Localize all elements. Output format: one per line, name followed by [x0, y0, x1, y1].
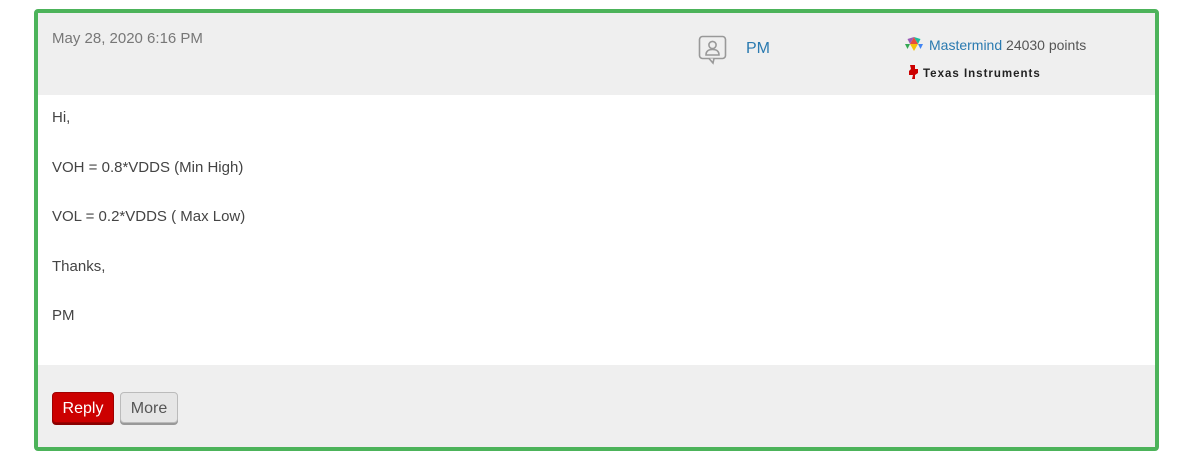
body-line: VOL = 0.2*VDDS ( Max Low) — [52, 208, 246, 225]
post-date: May 28, 2020 6:16 PM — [52, 30, 203, 47]
reply-button[interactable]: Reply — [52, 392, 114, 423]
body-line: Hi, — [52, 109, 71, 126]
forum-reply-card: May 28, 2020 6:16 PM PM Mastermind 24030… — [34, 9, 1159, 451]
body-line: PM — [52, 307, 75, 324]
reply-actions: Reply More — [38, 365, 1155, 447]
body-line: Thanks, — [52, 257, 106, 275]
body-line: VOH = 0.8*VDDS (Min High) — [52, 158, 244, 176]
company-affiliation: Texas Instruments — [908, 64, 1041, 83]
user-points: 24030 points — [1006, 37, 1087, 53]
more-button[interactable]: More — [120, 392, 178, 423]
company-name: Texas Instruments — [923, 68, 1041, 80]
user-avatar-icon[interactable] — [698, 35, 728, 70]
author-name-link[interactable]: PM — [746, 40, 770, 58]
mastermind-rank-icon — [904, 36, 924, 56]
user-rank: Mastermind 24030 points — [904, 36, 1086, 56]
texas-instruments-icon — [908, 64, 919, 83]
reply-header: May 28, 2020 6:16 PM PM Mastermind 24030… — [38, 13, 1155, 95]
reply-body: Hi, VOH = 0.8*VDDS (Min High) VOL = 0.2*… — [52, 109, 245, 357]
rank-link[interactable]: Mastermind — [929, 37, 1002, 53]
